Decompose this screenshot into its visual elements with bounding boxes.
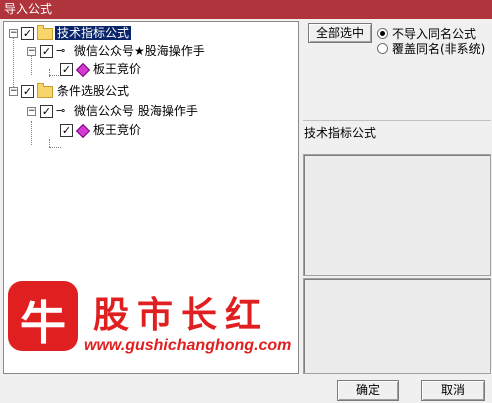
node-checkbox[interactable]: ✓: [40, 105, 53, 118]
folder-icon: [37, 25, 53, 40]
node-label: 微信公众号 股海操作手: [74, 104, 198, 118]
collapse-toggle[interactable]: −: [27, 47, 36, 56]
node-label: 板王竞价: [93, 62, 142, 76]
ok-button[interactable]: 确定: [337, 380, 399, 401]
key-icon: ⊸: [56, 44, 66, 57]
watermark-url: www.gushichanghong.com: [84, 337, 292, 354]
watermark-logo-char: 牛: [20, 296, 66, 350]
collapse-toggle[interactable]: −: [9, 87, 18, 96]
node-checkbox[interactable]: ✓: [60, 124, 73, 137]
overwrite-radio[interactable]: [377, 43, 388, 54]
tree-connector: [49, 147, 61, 148]
window-title: 导入公式: [4, 2, 53, 16]
folder-icon: [37, 83, 53, 98]
tree-connector: [13, 33, 14, 93]
detail-header: 技术指标公式: [303, 120, 491, 152]
node-checkbox[interactable]: ✓: [21, 85, 34, 98]
description-panel: [303, 278, 491, 374]
diamond-icon: [75, 62, 91, 78]
watermark-title: 股市长红: [93, 294, 270, 336]
node-checkbox[interactable]: ✓: [60, 63, 73, 76]
title-bar: 导入公式: [0, 0, 492, 19]
node-label: 板王竞价: [93, 123, 142, 137]
diamond-icon: [75, 123, 91, 139]
detail-heading: 技术指标公式: [304, 126, 377, 140]
node-checkbox[interactable]: ✓: [21, 27, 34, 40]
detail-panel: [303, 154, 491, 276]
node-checkbox[interactable]: ✓: [40, 45, 53, 58]
key-icon: ⊸: [56, 104, 66, 117]
select-all-button[interactable]: 全部选中: [308, 23, 372, 43]
overwrite-label: 覆盖同名(非系统): [392, 42, 486, 56]
node-label: 条件选股公式: [57, 84, 130, 98]
cancel-button[interactable]: 取消: [421, 380, 485, 401]
node-label: 微信公众号★股海操作手: [74, 44, 205, 58]
collapse-toggle[interactable]: −: [9, 29, 18, 38]
tree-connector: [31, 121, 32, 145]
node-label: 技术指标公式: [55, 26, 132, 40]
no-import-radio[interactable]: [377, 28, 388, 39]
tree-connector: [49, 139, 50, 147]
collapse-toggle[interactable]: −: [27, 107, 36, 116]
watermark-logo: 牛: [8, 281, 78, 351]
